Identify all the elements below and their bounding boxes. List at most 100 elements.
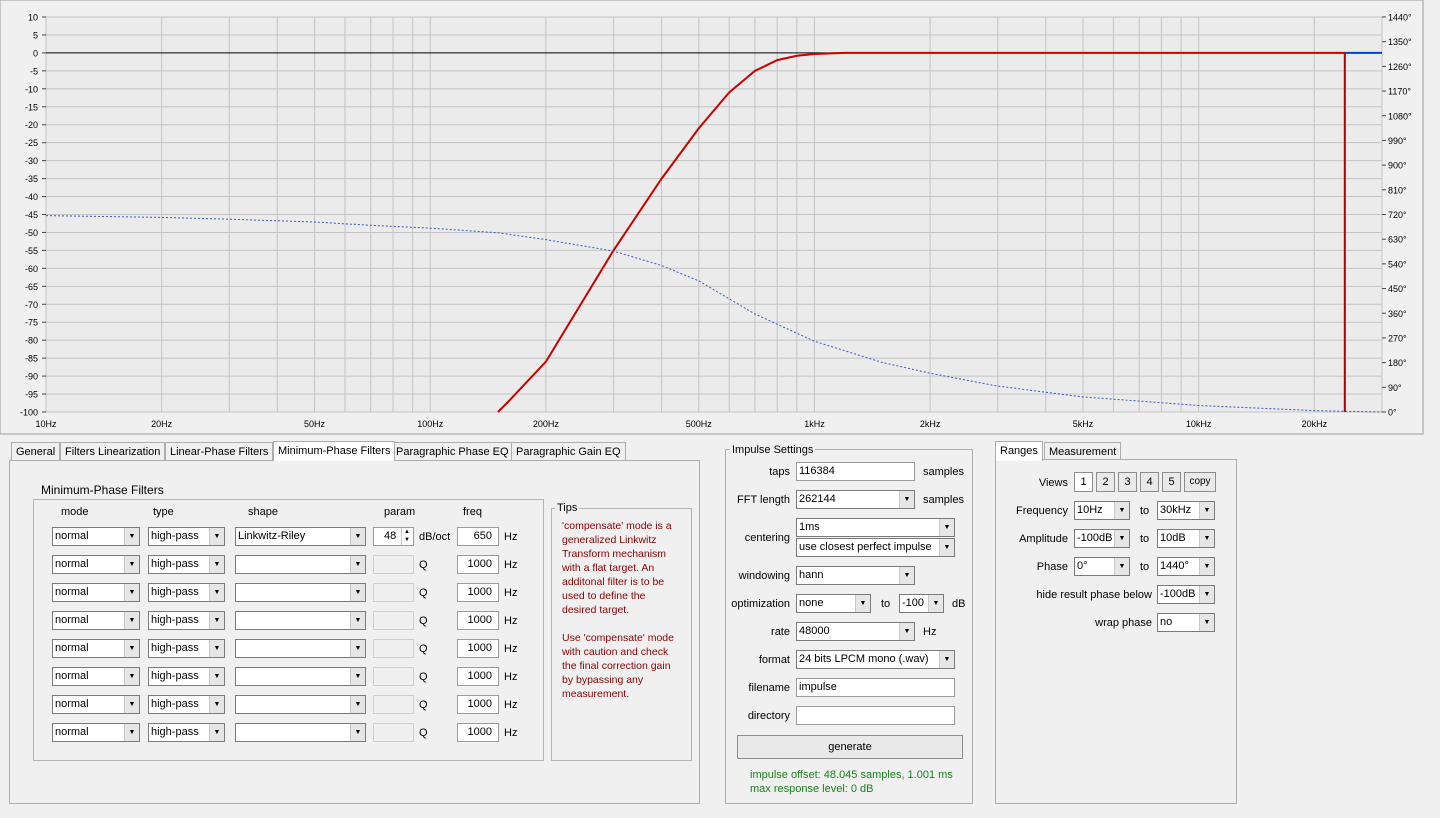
filter-mode-select[interactable]: normal ▼ [52,583,140,602]
filter-param-unit: Q [419,559,428,571]
windowing-select[interactable]: hann ▼ [796,566,915,585]
filter-shape-select[interactable]: ▼ [235,667,366,686]
filter-shape-select[interactable]: ▼ [235,583,366,602]
filter-type-value: high-pass [151,642,199,654]
optimization-value: none [799,597,824,609]
phase-from-select[interactable]: 0° ▼ [1074,557,1130,576]
view-3-button[interactable]: 3 [1118,472,1137,492]
y2-tick-label: 0° [1388,408,1397,418]
chevron-down-icon: ▼ [939,519,954,536]
amplitude-to-select[interactable]: 10dB ▼ [1157,529,1215,548]
hide-phase-select[interactable]: -100dB ▼ [1157,585,1215,604]
filter-freq-input[interactable]: 1000 [457,583,499,602]
amplitude-from-select[interactable]: -100dB ▼ [1074,529,1130,548]
directory-label: directory [747,710,790,722]
filter-mode-select[interactable]: normal ▼ [52,667,140,686]
y-tick-label: 10 [28,13,38,23]
optimization-level-select[interactable]: -100 ▼ [899,594,944,613]
filter-freq-unit: Hz [504,559,518,571]
filter-shape-select[interactable]: ▼ [235,555,366,574]
directory-input[interactable] [796,706,955,725]
filter-shape-select[interactable]: ▼ [235,639,366,658]
tips-line: with a flat target. An [562,562,655,574]
x-tick-label: 2kHz [920,419,941,429]
filter-param-spinner[interactable]: 48 ▲ ▼ [373,527,414,546]
amplitude-to-label: to [1140,533,1150,545]
wrap-phase-select[interactable]: no ▼ [1157,613,1215,632]
tab-ranges[interactable]: Ranges [995,441,1043,461]
copy-view-button[interactable]: copy [1184,472,1216,492]
phase-to-select[interactable]: 1440° ▼ [1157,557,1215,576]
filter-type-select[interactable]: high-pass ▼ [148,667,225,686]
frequency-from-select[interactable]: 10Hz ▼ [1074,501,1130,520]
tab-paragraphic-phase-eq[interactable]: Paragraphic Phase EQ [391,442,514,460]
filter-shape-select[interactable]: Linkwitz-Riley ▼ [235,527,366,546]
tab-linear-phase-filters[interactable]: Linear-Phase Filters [165,442,274,460]
y-tick-label: -50 [25,228,38,238]
chevron-down-icon: ▼ [209,668,224,685]
filter-freq-input[interactable]: 1000 [457,695,499,714]
filter-type-select[interactable]: high-pass ▼ [148,723,225,742]
filter-freq-input[interactable]: 1000 [457,555,499,574]
filter-freq-input[interactable]: 1000 [457,611,499,630]
filter-mode-select[interactable]: normal ▼ [52,723,140,742]
filter-type-select[interactable]: high-pass ▼ [148,639,225,658]
y-tick-label: 0 [33,48,38,58]
tips-title: Tips [555,502,580,514]
chevron-down-icon: ▼ [1114,558,1129,575]
filter-freq-input[interactable]: 1000 [457,667,499,686]
filter-type-select[interactable]: high-pass ▼ [148,527,225,546]
filter-freq-input[interactable]: 650 [457,527,499,546]
filter-type-select[interactable]: high-pass ▼ [148,695,225,714]
filter-mode-select[interactable]: normal ▼ [52,555,140,574]
tab-filters-linearization[interactable]: Filters Linearization [60,442,166,460]
tips-line: additonal filter is to be [562,576,665,588]
tab-paragraphic-gain-eq[interactable]: Paragraphic Gain EQ [511,442,626,460]
filter-freq-input[interactable]: 1000 [457,723,499,742]
chevron-down-icon: ▼ [1199,614,1214,631]
taps-input[interactable]: 116384 [796,462,915,481]
filter-mode-value: normal [55,558,89,570]
frequency-to-select[interactable]: 30kHz ▼ [1157,501,1215,520]
fft-length-select[interactable]: 262144 ▼ [796,490,915,509]
filter-shape-select[interactable]: ▼ [235,695,366,714]
y2-tick-label: 1350° [1388,37,1412,47]
hide-phase-label: hide result phase below [1036,589,1152,601]
tab-general[interactable]: General [11,442,61,460]
generate-button[interactable]: generate [737,735,963,759]
spinner-arrows-icon[interactable]: ▲ ▼ [401,528,412,545]
chevron-down-icon: ▼ [350,724,365,741]
view-2-button[interactable]: 2 [1096,472,1115,492]
y2-tick-label: 540° [1388,259,1407,269]
y-tick-label: -75 [25,318,38,328]
filter-mode-select[interactable]: normal ▼ [52,611,140,630]
y2-tick-label: 630° [1388,235,1407,245]
tab-measurement[interactable]: Measurement [1044,442,1122,460]
centering-select[interactable]: 1ms ▼ [796,518,955,537]
centering-label: centering [744,532,790,544]
view-5-button[interactable]: 5 [1162,472,1181,492]
filter-mode-select[interactable]: normal ▼ [52,639,140,658]
format-select[interactable]: 24 bits LPCM mono (.wav) ▼ [796,650,955,669]
filter-freq-unit: Hz [504,699,518,711]
filename-input[interactable]: impulse [796,678,955,697]
filter-param-value: 48 [384,530,397,542]
filter-shape-select[interactable]: ▼ [235,611,366,630]
filter-mode-select[interactable]: normal ▼ [52,527,140,546]
optimization-select[interactable]: none ▼ [796,594,871,613]
filter-type-select[interactable]: high-pass ▼ [148,611,225,630]
filter-type-select[interactable]: high-pass ▼ [148,555,225,574]
filter-mode-select[interactable]: normal ▼ [52,695,140,714]
tab-minimum-phase-filters[interactable]: Minimum-Phase Filters [273,441,396,461]
filter-freq-input[interactable]: 1000 [457,639,499,658]
filter-type-select[interactable]: high-pass ▼ [148,583,225,602]
filter-param-spinner [373,583,414,602]
view-4-button[interactable]: 4 [1140,472,1159,492]
chevron-down-icon: ▼ [209,640,224,657]
rate-select[interactable]: 48000 ▼ [796,622,915,641]
view-1-button[interactable]: 1 [1074,472,1093,492]
y-tick-label: -20 [25,120,38,130]
centering-mode-select[interactable]: use closest perfect impulse ▼ [796,538,955,557]
filter-shape-select[interactable]: ▼ [235,723,366,742]
chevron-down-icon: ▼ [899,623,914,640]
